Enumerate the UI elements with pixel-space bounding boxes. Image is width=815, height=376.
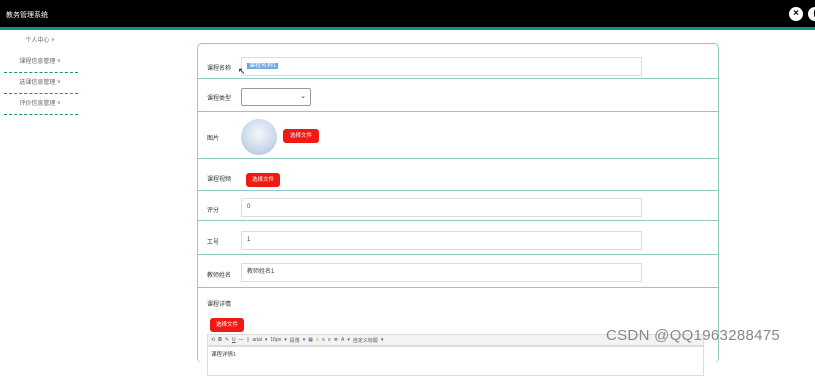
course-type-row: 课程类型 ⌄ [198,79,718,112]
chevron-down-icon: ▾ [284,337,287,343]
course-image-preview [241,119,277,155]
sidebar-item-label: 课程信息管理 ˅ [19,59,61,65]
score-row: 评分 0 [198,191,718,221]
sidebar-item-label: 选课信息管理 ˅ [19,80,61,86]
sidebar-item-label: 评价信息管理 ˅ [19,101,61,107]
sidebar: 个人中心 ˅ 课程信息管理 ˅ 选课信息管理 ˅ 评价信息管理 ˅ [0,34,80,118]
font-size-select[interactable]: 16px [270,337,281,343]
close-icon[interactable]: × [789,7,803,21]
custom-heading-select[interactable]: 自定义标题 [353,337,378,344]
format-icon[interactable]: ▯ [247,337,250,343]
video-file-button[interactable]: 选择文件 [246,173,280,187]
mouse-cursor-icon: ↖ [238,66,246,76]
bold-icon[interactable]: B [218,337,222,343]
align-left-icon[interactable]: ≡ [316,337,319,343]
staff-no-label: 工号 [207,240,220,246]
detail-label: 课程详情 [207,302,232,308]
strike-icon[interactable]: — [239,337,244,343]
justify-icon[interactable]: ≣ [334,337,338,343]
chevron-down-icon: ▾ [380,337,384,343]
course-form-panel: 课程名称 课程名称1 课程类型 ⌄ 图片 选择文件 课程视频 选择文件 评分 0… [197,43,719,376]
sidebar-item-evaluation-info[interactable]: 评价信息管理 ˅ [0,97,80,118]
score-input[interactable]: 0 [241,198,642,217]
text-color-icon[interactable]: A [341,337,344,343]
chevron-down-icon: ▾ [302,337,306,343]
app-title: 教务管理系统 [6,12,48,19]
staff-no-input[interactable]: 1 [241,231,642,250]
underline-icon[interactable]: U [232,337,236,343]
sidebar-item-selection-info[interactable]: 选课信息管理 ˅ [0,76,80,97]
font-family-select[interactable]: arial [252,337,261,343]
table-icon[interactable]: ▦ [308,337,313,343]
source-icon[interactable]: ⟲ [211,337,215,343]
paragraph-select[interactable]: 段落 [290,337,300,344]
video-label: 课程视频 [207,177,232,183]
course-name-label: 课程名称 [207,66,232,72]
image-file-button[interactable]: 选择文件 [283,129,319,143]
course-name-value: 课程名称1 [247,63,279,69]
chevron-down-icon: ▾ [264,337,268,343]
pen-icon[interactable]: ✎ [225,337,229,343]
chevron-down-icon: ▾ [347,337,350,343]
chevron-down-icon: ⌄ [300,93,306,100]
header-accent-bar [0,27,815,30]
watermark: CSDN @QQ1963288475 [606,327,781,344]
detail-editor[interactable]: 课程详情1 [207,346,704,376]
sidebar-item-label: 个人中心 ˅ [25,38,55,44]
image-label: 图片 [207,136,220,142]
top-bar: 教务管理系统 × ( [0,0,815,30]
video-row: 课程视频 选择文件 [198,159,718,191]
course-type-label: 课程类型 [207,96,232,102]
teacher-input[interactable]: 教师姓名1 [241,263,642,282]
align-right-icon[interactable]: ≡ [328,337,331,343]
staff-no-row: 工号 1 [198,221,718,255]
score-label: 评分 [207,208,220,214]
sidebar-item-course-info[interactable]: 课程信息管理 ˅ [0,55,80,76]
teacher-row: 教师姓名 教师姓名1 [198,255,718,288]
align-center-icon[interactable]: ≡ [322,337,325,343]
course-name-input[interactable]: 课程名称1 [241,57,642,76]
window-control-icon[interactable]: ( [808,7,815,21]
course-type-select[interactable]: ⌄ [241,88,311,106]
sidebar-item-personal-center[interactable]: 个人中心 ˅ [0,34,80,55]
detail-file-button[interactable]: 选择文件 [210,318,244,332]
teacher-label: 教师姓名 [207,273,232,279]
course-name-row: 课程名称 课程名称1 [198,44,718,79]
